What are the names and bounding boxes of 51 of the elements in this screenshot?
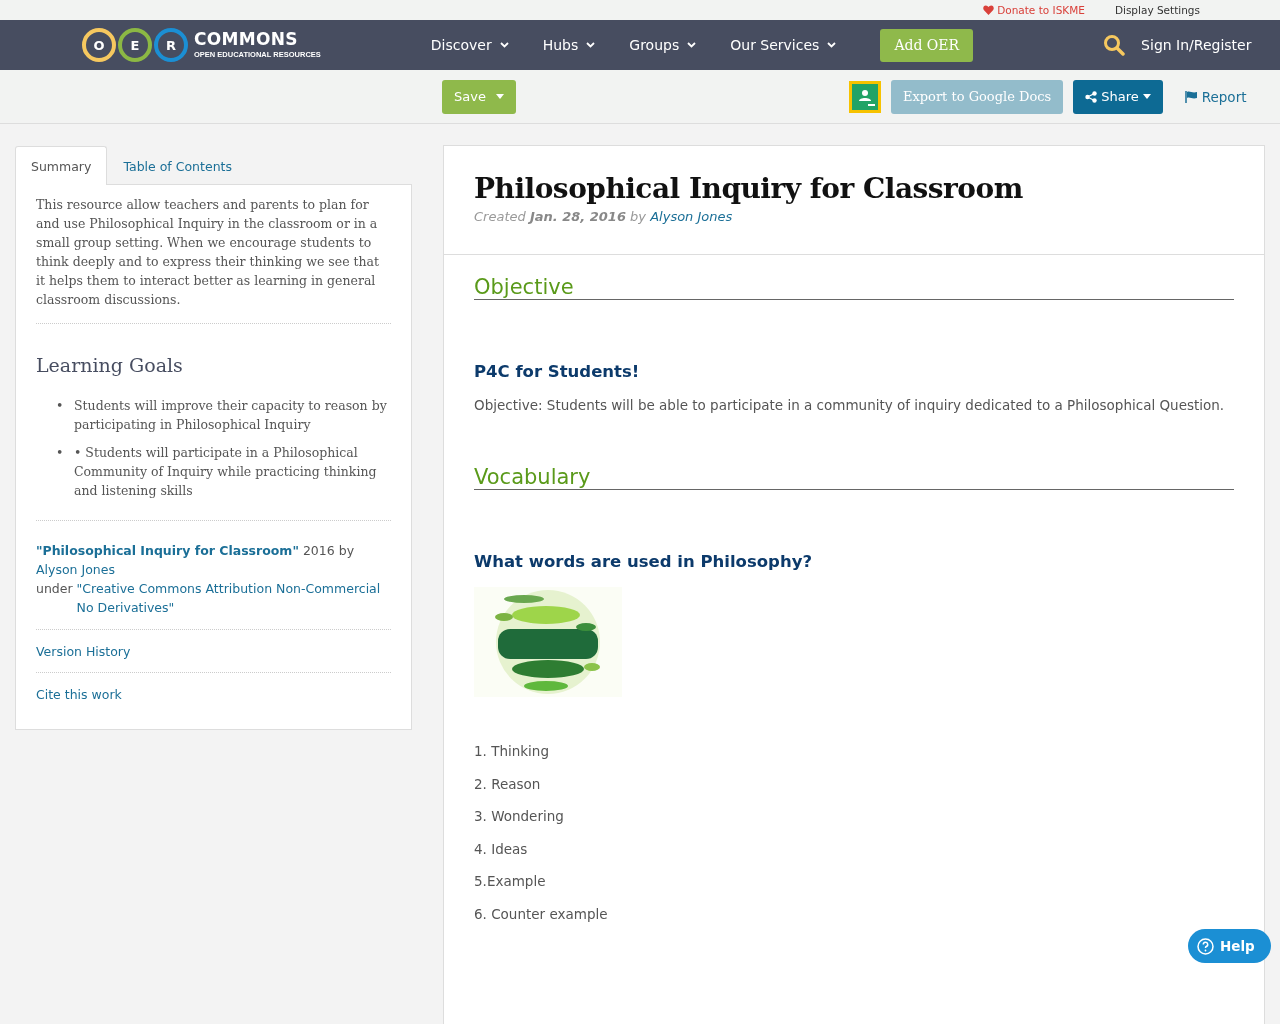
- subheading: P4C for Students!: [474, 362, 641, 381]
- list-item: 6. Counter example: [474, 905, 609, 922]
- body-text: Objective: Students will be able to participate in a community of inquiry dedicated to a Philosophical Question.: [474, 397, 1226, 413]
- display-settings-link[interactable]: Display Settings: [1114, 4, 1200, 16]
- report-link[interactable]: Report: [1184, 88, 1247, 105]
- flag-icon: [1184, 90, 1198, 103]
- chevron-down-icon: [687, 42, 697, 48]
- help-button[interactable]: Help: [1188, 929, 1271, 963]
- tab[interactable]: Table of Contents: [107, 146, 248, 185]
- sidebar-link[interactable]: Cite this work: [36, 687, 122, 702]
- list-item: 4. Ideas: [474, 840, 529, 857]
- classroom-icon[interactable]: [848, 80, 881, 113]
- resource-title: Philosophical Inquiry for Classroom: [474, 172, 1024, 205]
- search-icon[interactable]: [1103, 34, 1126, 56]
- section-heading: Vocabulary: [474, 465, 1234, 490]
- list-item: 1. Thinking: [474, 743, 550, 759]
- attribution-text: "Philosophical Inquiry for Classroom" 2016 by Alyson Jones: [36, 542, 356, 579]
- goal-item: • Students will participate in a Philosophical Community of Inquiry while practicing thinking and listening skills: [74, 444, 378, 500]
- section-heading: Objective: [474, 275, 1234, 300]
- sidebar-link[interactable]: Version History: [36, 644, 131, 659]
- caret-icon: [495, 94, 504, 99]
- section-heading: Learning Goals: [36, 354, 184, 376]
- caret-icon: [1142, 94, 1151, 99]
- bullet: •: [56, 444, 65, 462]
- chevron-down-icon: [827, 42, 837, 48]
- nav-menu-item[interactable]: Hubs: [542, 37, 596, 53]
- tab[interactable]: Summary: [15, 146, 108, 185]
- chevron-down-icon: [586, 42, 596, 48]
- author-link[interactable]: Alyson Jones: [650, 209, 733, 224]
- help-icon: [1197, 937, 1214, 955]
- author-link[interactable]: Alyson Jones: [36, 562, 115, 577]
- nav-menu-item[interactable]: Discover: [430, 37, 509, 53]
- donate-link[interactable]: Donate to ISKME: [983, 4, 1085, 16]
- title-link[interactable]: "Philosophical Inquiry for Classroom": [36, 543, 299, 558]
- subheading: What words are used in Philosophy?: [474, 552, 813, 571]
- sign-in-link[interactable]: Sign In/Register: [1141, 37, 1252, 53]
- list-item: 2. Reason: [474, 775, 542, 792]
- created-line: Created Jan. 28, 2016 by Alyson Jones: [474, 209, 734, 224]
- list-item: 3. Wondering: [474, 808, 565, 824]
- heart-icon: [983, 5, 995, 15]
- chevron-down-icon: [499, 42, 509, 48]
- license-link[interactable]: "Creative Commons Attribution Non-Commercial No Derivatives": [76, 579, 391, 617]
- attribution-text: under: [36, 580, 73, 598]
- share-button[interactable]: Share: [1073, 79, 1163, 114]
- nav-menu-item[interactable]: Groups: [629, 37, 697, 53]
- nav-menu-item[interactable]: Our Services: [730, 37, 837, 53]
- summary-text: This resource allow teachers and parents to plan for and use Philosophical Inquiry in the classroom or in a small group setting. When we encourage students to think deeply and to express their thinking we see that it helps them to interact better as learning in general classroom discussions.: [36, 195, 391, 324]
- goal-item: Students will improve their capacity to reason by participating in Philosophical Inquiry: [74, 397, 388, 434]
- share-icon: [1085, 90, 1098, 103]
- list-item: 5.Example: [474, 873, 547, 889]
- bullet: •: [56, 397, 65, 415]
